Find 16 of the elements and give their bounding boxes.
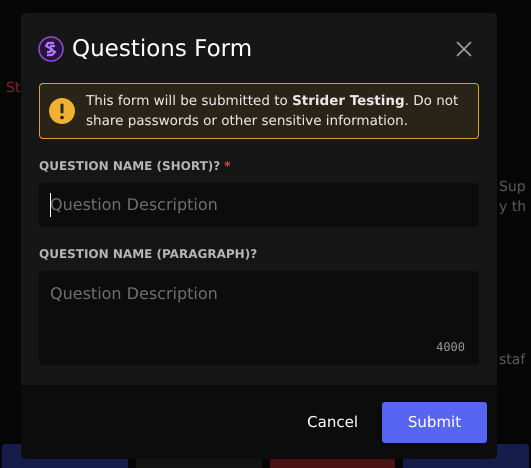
dialog-title: Questions Form [72, 35, 252, 64]
field-label: QUESTION NAME (SHORT)? [39, 158, 220, 174]
background-text: y th [499, 198, 526, 217]
warning-text: This form will be submitted to Strider Testing. Do not share passwords or other sensitive information. [86, 92, 460, 130]
required-asterisk: * [224, 158, 230, 174]
character-counter: 4000 [436, 338, 465, 356]
cancel-button[interactable]: Cancel [291, 402, 374, 442]
background-text: St [6, 79, 20, 98]
background-text: Sup [499, 178, 526, 197]
question-input[interactable]: Question Description [39, 182, 479, 226]
exclamation-icon [48, 96, 76, 124]
background-text: staf [499, 351, 526, 370]
text-cursor [50, 192, 51, 216]
logo-icon [38, 36, 64, 62]
submit-button[interactable]: Submit [382, 402, 487, 442]
field-label: QUESTION NAME (PARAGRAPH)? [39, 246, 258, 262]
